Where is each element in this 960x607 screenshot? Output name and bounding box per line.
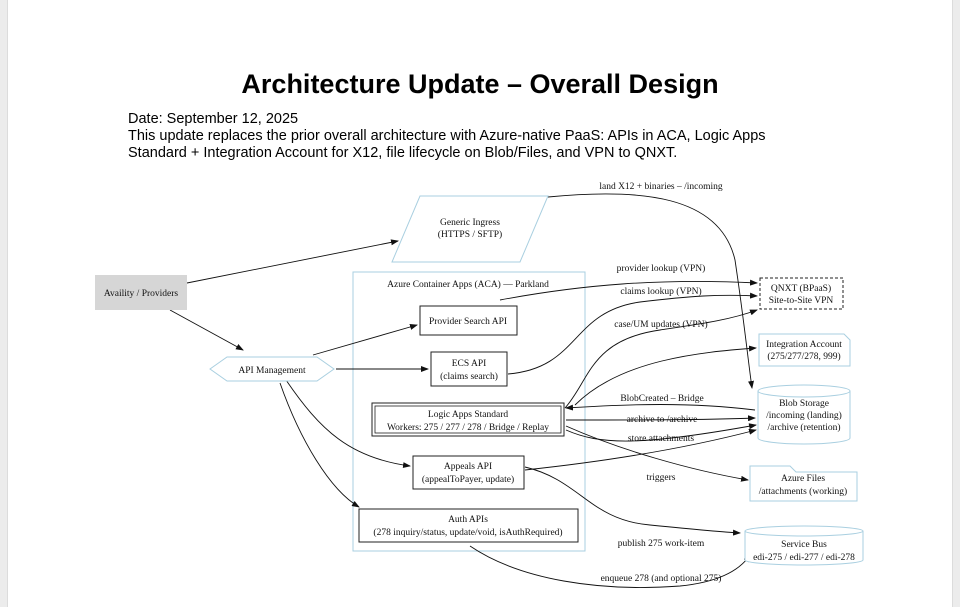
node-auth-apis: Auth APIs (278 inquiry/status, update/vo… — [358, 508, 579, 543]
edge-availity-apim — [169, 309, 244, 351]
label-provider-lookup: provider lookup (VPN) — [617, 263, 706, 274]
label-enqueue: enqueue 278 (and optional 275) — [601, 573, 722, 584]
blob-label-2: /incoming (landing) — [766, 410, 842, 421]
node-qnxt: QNXT (BPaaS) Site-to-Site VPN — [759, 277, 844, 310]
ecs-label-2: (claims search) — [440, 371, 498, 382]
servicebus-label-2: edi-275 / edi-277 / edi-278 — [753, 553, 855, 563]
apim-label: API Management — [238, 366, 306, 376]
node-azure-files: Azure Files /attachments (working) — [749, 465, 858, 502]
auth-label-2: (278 inquiry/status, update/void, isAuth… — [373, 527, 562, 538]
appeals-label-2: (appealToPayer, update) — [422, 474, 514, 485]
integration-label-1: Integration Account — [766, 340, 842, 350]
ecs-label-1: ECS API — [452, 359, 487, 369]
edge-labels: land X12 + binaries – /incoming provider… — [599, 182, 723, 584]
label-store: store attachments — [628, 434, 695, 444]
availity-label: Availity / Providers — [104, 289, 179, 299]
files-label-1: Azure Files — [781, 474, 825, 484]
edge-ecs-qnxt — [507, 292, 758, 375]
label-land: land X12 + binaries – /incoming — [599, 182, 723, 192]
blob-label-1: Blob Storage — [779, 399, 829, 409]
label-triggers: triggers — [646, 473, 675, 483]
label-archive: archive to /archive — [627, 415, 698, 425]
integration-label-2: (275/277/278, 999) — [767, 351, 840, 362]
label-blob-created: BlobCreated – Bridge — [620, 394, 703, 404]
node-service-bus: Service Bus edi-275 / edi-277 / edi-278 — [744, 525, 864, 566]
appeals-label-1: Appeals API — [444, 462, 492, 472]
provider-api-label: Provider Search API — [429, 317, 507, 327]
aca-cluster-label: Azure Container Apps (ACA) — Parkland — [387, 279, 549, 290]
node-api-management: API Management — [209, 356, 335, 382]
ingress-label-2: (HTTPS / SFTP) — [438, 229, 502, 240]
node-ecs-api: ECS API (claims search) — [430, 351, 508, 387]
node-generic-ingress: Generic Ingress (HTTPS / SFTP) — [391, 195, 549, 263]
servicebus-label-1: Service Bus — [781, 540, 827, 550]
logic-label-1: Logic Apps Standard — [428, 410, 508, 420]
label-case-um: case/UM updates (VPN) — [614, 319, 707, 330]
ingress-label-1: Generic Ingress — [440, 218, 500, 228]
label-claims-lookup: claims lookup (VPN) — [620, 286, 701, 297]
logic-label-2: Workers: 275 / 277 / 278 / Bridge / Repl… — [387, 423, 549, 433]
node-logic-apps: Logic Apps Standard Workers: 275 / 277 /… — [371, 402, 565, 437]
edge-blob-logic — [565, 404, 756, 411]
label-publish: publish 275 work-item — [618, 539, 705, 549]
node-provider-search-api: Provider Search API — [419, 305, 518, 336]
architecture-diagram: Azure Container Apps (ACA) — Parkland la… — [95, 182, 864, 588]
node-blob-storage: Blob Storage /incoming (landing) /archiv… — [757, 384, 851, 445]
node-availity: Availity / Providers — [95, 275, 187, 310]
auth-label-1: Auth APIs — [448, 515, 488, 525]
qnxt-label-1: QNXT (BPaaS) — [771, 283, 831, 294]
edge-availity-ingress — [186, 239, 399, 284]
node-integration-account: Integration Account (275/277/278, 999) — [758, 333, 851, 367]
files-label-2: /attachments (working) — [759, 486, 847, 497]
edge-apim-provider — [312, 324, 418, 356]
node-appeals-api: Appeals API (appealToPayer, update) — [412, 455, 525, 490]
blob-label-3: /archive (retention) — [767, 422, 840, 433]
qnxt-label-2: Site-to-Site VPN — [769, 296, 834, 306]
